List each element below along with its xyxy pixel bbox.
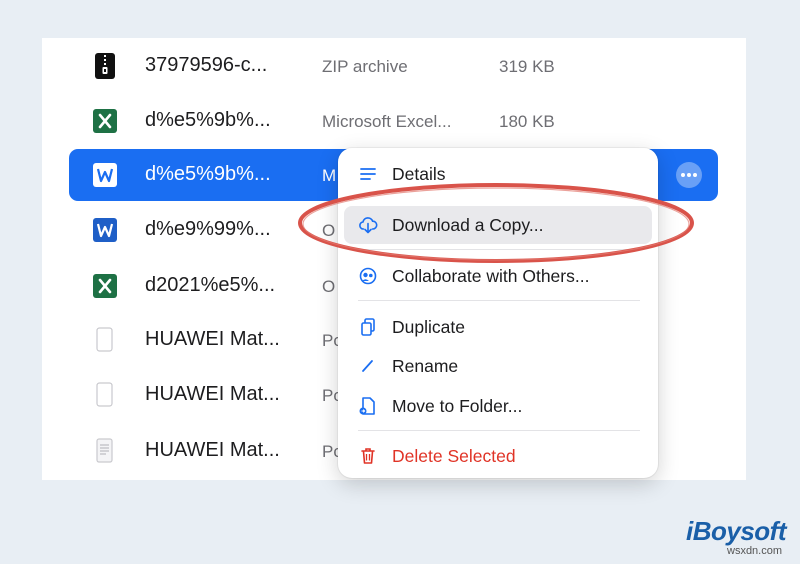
file-row[interactable]: d%e5%9b%... Microsoft Excel... 180 KB xyxy=(42,95,746,147)
blank-document-icon xyxy=(96,327,113,352)
menu-item-duplicate[interactable]: Duplicate xyxy=(338,309,658,345)
menu-item-move-to-folder[interactable]: Move to Folder... xyxy=(338,388,658,424)
move-folder-icon xyxy=(359,397,375,415)
excel-icon xyxy=(93,274,117,298)
iboysoft-logo: iBoysoft xyxy=(686,516,787,546)
file-row[interactable]: 37979596-c... ZIP archive 319 KB xyxy=(42,40,746,92)
word-icon xyxy=(93,218,117,242)
collaborate-icon xyxy=(359,267,377,285)
menu-separator xyxy=(358,300,640,301)
file-name: d2021%e5%... xyxy=(145,274,276,296)
file-name: d%e5%9b%... xyxy=(145,163,271,185)
menu-item-label: Duplicate xyxy=(392,317,465,337)
trash-icon xyxy=(361,448,375,464)
file-size: 180 KB xyxy=(499,112,555,131)
menu-separator xyxy=(358,430,640,431)
menu-item-label: Move to Folder... xyxy=(392,396,523,416)
file-name: HUAWEI Mat... xyxy=(145,383,280,405)
file-kind: Microsoft Excel... xyxy=(322,112,452,131)
text-document-icon xyxy=(96,438,113,463)
menu-item-label: Collaborate with Others... xyxy=(392,266,590,286)
word-icon xyxy=(93,163,117,187)
blank-document-icon xyxy=(96,382,113,407)
file-name: d%e5%9b%... xyxy=(145,109,271,131)
file-name: d%e9%99%... xyxy=(145,218,271,240)
menu-item-label: Delete Selected xyxy=(392,446,516,466)
file-kind: ZIP archive xyxy=(322,57,408,76)
menu-item-label: Rename xyxy=(392,356,459,376)
menu-item-rename[interactable]: Rename xyxy=(338,348,658,384)
file-size: 319 KB xyxy=(499,57,555,76)
duplicate-icon xyxy=(361,318,375,336)
ellipsis-dot xyxy=(687,173,691,177)
site-watermark: wsxdn.com xyxy=(727,545,783,557)
ellipsis-dot xyxy=(693,173,697,177)
file-name: 37979596-c... xyxy=(145,54,268,76)
menu-item-delete-selected[interactable]: Delete Selected xyxy=(338,438,658,474)
highlight-oval-annotation xyxy=(298,183,694,263)
ellipsis-icon xyxy=(681,173,685,177)
excel-icon xyxy=(93,109,117,133)
pencil-icon xyxy=(362,360,373,372)
zip-icon xyxy=(95,53,115,79)
file-name: HUAWEI Mat... xyxy=(145,439,280,461)
file-name: HUAWEI Mat... xyxy=(145,328,280,350)
file-kind: O xyxy=(322,277,336,296)
